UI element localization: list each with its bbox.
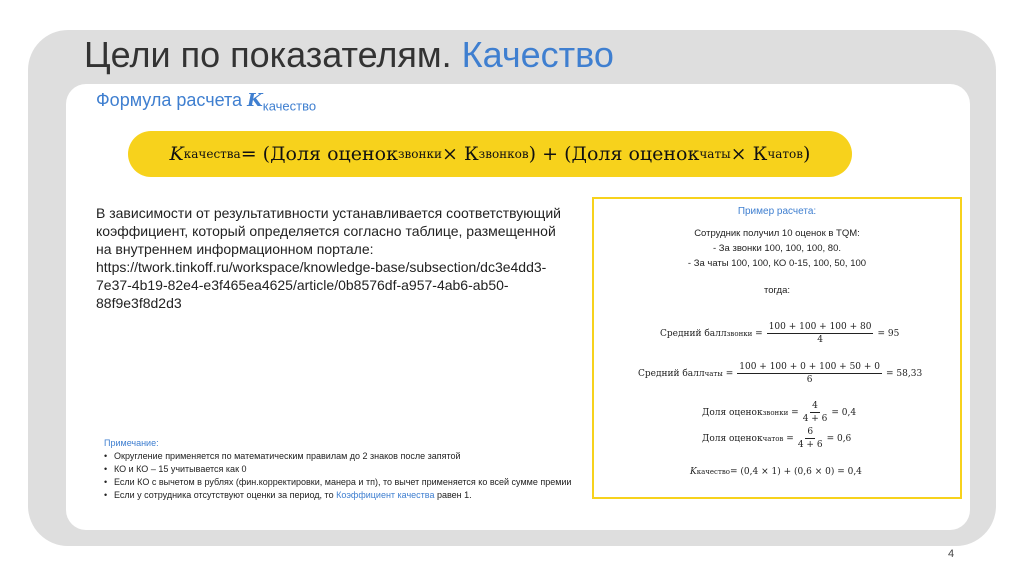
formula-sub3: чаты (699, 147, 731, 161)
fraction-denominator: 4 + 6 (797, 440, 823, 450)
equation-avg-chats: Средний балл чаты = 100 + 100 + 0 + 100 +… (638, 362, 922, 385)
quality-coefficient-link[interactable]: Коэффициент качества (336, 490, 434, 500)
fraction-denominator: 4 (817, 335, 823, 345)
subtitle-sub: качество (262, 98, 317, 114)
title-main: Цели по показателям. (84, 34, 462, 75)
portal-link[interactable]: 7e37-4b19-82e4-e3f465ea4625/article/0b85… (96, 276, 582, 294)
example-line: - За чаты 100, 100, КО 0-15, 100, 50, 10… (687, 258, 867, 269)
fraction: 64 + 6 (798, 427, 823, 450)
note-item: Если у сотрудника отсутствуют оценки за … (104, 489, 574, 502)
equation-share-chats: Доля оценок чатов = 64 + 6 = 0,6 (702, 427, 851, 450)
subtitle-text: Формула расчета (96, 90, 248, 110)
example-line: - За звонки 100, 100, 100, 80. (713, 243, 841, 254)
eq-rest: = (0,4 × 1) + (0,6 × 0) = 0,4 (730, 467, 862, 477)
subtitle-symbol: K (247, 90, 263, 111)
formula-k: K (169, 143, 184, 165)
description-line: коэффициент, который определяется соглас… (96, 223, 556, 239)
eq-result: = 58,33 (886, 368, 923, 379)
portal-link[interactable]: https://twork.tinkoff.ru/workspace/knowl… (96, 258, 582, 276)
portal-link[interactable]: 88f9e3f8d2d3 (96, 294, 582, 312)
description-text: В зависимости от результативности устана… (96, 204, 582, 312)
note-item: КО и КО – 15 учитывается как 0 (104, 463, 574, 476)
equation-quality-coefficient: Kкачество = (0,4 × 1) + (0,6 × 0) = 0,4 (690, 467, 862, 477)
note-prefix: Если у сотрудника отсутствуют оценки за … (114, 490, 337, 500)
eq-sign: = (786, 433, 794, 444)
page-title: Цели по показателям. Качество (84, 34, 614, 76)
eq-sub: качество (696, 468, 731, 476)
eq-result: = 0,4 (831, 407, 857, 418)
fraction-numerator: 100 + 100 + 100 + 80 (766, 322, 874, 334)
page-number: 4 (948, 548, 955, 560)
eq-label: Средний балл (660, 328, 727, 339)
description-line: В зависимости от результативности устана… (96, 205, 561, 221)
eq-result: = 95 (877, 328, 900, 339)
formula-bar: Kкачества = (Доля оценок звонки × Кзвонко… (128, 131, 852, 177)
eq-label: Средний балл (638, 368, 705, 379)
eq-label: K (690, 467, 697, 477)
eq-sub: чаты (704, 369, 723, 378)
fraction-numerator: 4 (810, 401, 820, 413)
equation-share-calls: Доля оценок звонки = 44 + 6 = 0,4 (702, 401, 856, 424)
notes-heading: Примечание: (104, 438, 159, 448)
fraction: 44 + 6 (803, 401, 828, 424)
formula-k-sub: качества (183, 147, 241, 161)
eq-label: Доля оценок (702, 407, 763, 418)
formula-mid: ) + (Доля оценок (528, 143, 700, 165)
eq-label: Доля оценок (702, 433, 763, 444)
notes-block: Примечание: Округление применяется по ма… (104, 437, 574, 502)
eq-sub: звонки (726, 329, 753, 338)
fraction-denominator: 6 (806, 375, 813, 385)
example-line: Сотрудник получил 10 оценок в TQM: (694, 228, 860, 239)
example-then: тогда: (763, 285, 791, 296)
eq-sub: звонки (762, 408, 789, 417)
formula-times1: × К (441, 143, 479, 165)
eq-sign: = (755, 328, 763, 339)
notes-list: Округление применяется по математическим… (104, 450, 574, 502)
eq-sign: = (725, 368, 734, 379)
formula-sub4: чатов (767, 147, 804, 161)
fraction: 100 + 100 + 0 + 100 + 50 + 06 (737, 362, 883, 385)
fraction-numerator: 100 + 100 + 0 + 100 + 50 + 0 (737, 362, 883, 374)
formula-eq: = (Доля оценок (240, 143, 398, 165)
title-accent: Качество (461, 34, 614, 75)
formula-sub2: звонков (478, 147, 529, 161)
formula-times2: × К (730, 143, 768, 165)
note-suffix: равен 1. (434, 490, 472, 500)
fraction: 100 + 100 + 100 + 80 4 (766, 322, 874, 345)
equation-avg-calls: Средний балл звонки = 100 + 100 + 100 + 8… (660, 322, 899, 345)
note-item: Если КО с вычетом в рублях (фин.корректи… (104, 476, 574, 489)
eq-result: = 0,6 (826, 433, 852, 444)
example-title: Пример расчета: (737, 206, 817, 217)
example-lines: Сотрудник получил 10 оценок в TQM: - За … (594, 226, 960, 271)
formula-subtitle: Формула расчета Kкачество (96, 90, 316, 114)
note-item: Округление применяется по математическим… (104, 450, 574, 463)
description-line: на внутреннем информационном портале: (96, 241, 374, 257)
eq-sub: чатов (762, 434, 784, 443)
formula-sub1: звонки (397, 147, 442, 161)
formula-end: ) (803, 143, 811, 165)
example-box: Пример расчета: Сотрудник получил 10 оце… (592, 197, 962, 499)
eq-sign: = (791, 407, 799, 418)
fraction-denominator: 4 + 6 (802, 414, 828, 424)
fraction-numerator: 6 (805, 427, 816, 439)
